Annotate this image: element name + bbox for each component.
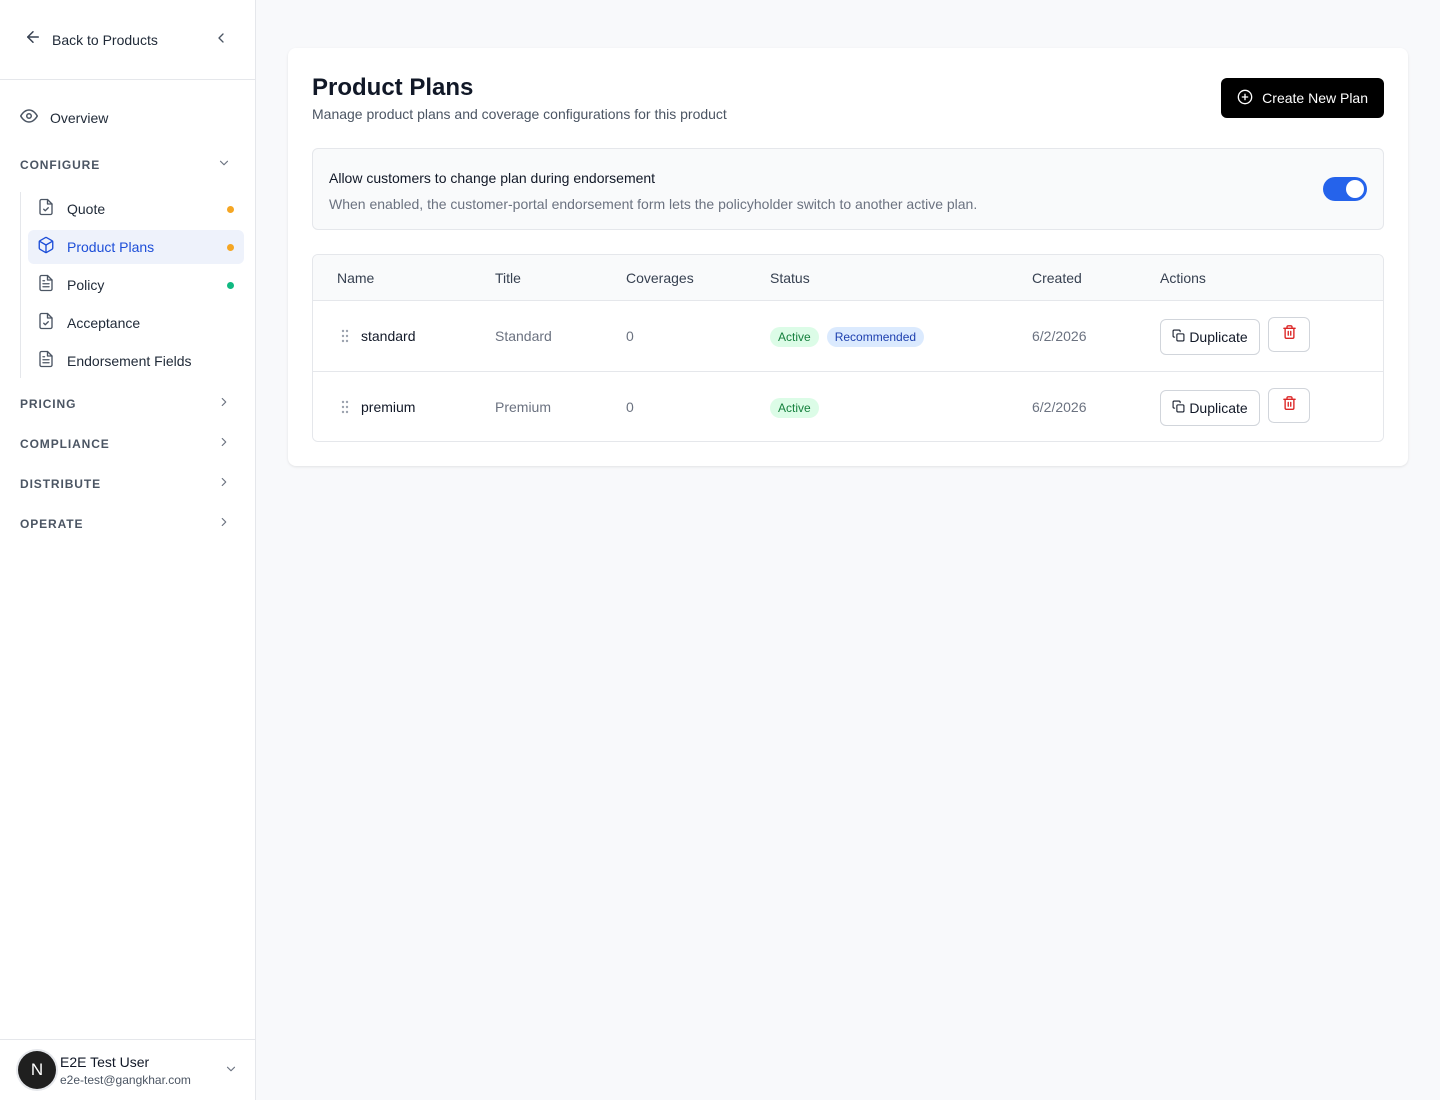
sidebar-item-label: Product Plans xyxy=(67,239,155,255)
sidebar-item-acceptance[interactable]: Acceptance xyxy=(28,306,244,340)
chevron-left-icon xyxy=(213,30,229,51)
create-button-label: Create New Plan xyxy=(1262,90,1368,106)
sidebar-item-label: Endorsement Fields xyxy=(67,353,192,369)
plan-title: Premium xyxy=(495,399,552,415)
copy-icon xyxy=(1172,329,1185,345)
trash-icon xyxy=(1282,324,1297,345)
table-row: standard Standard 0 Active Recommended 6… xyxy=(313,301,1383,372)
column-header-title: Title xyxy=(495,270,521,286)
setting-description: When enabled, the customer-portal endors… xyxy=(329,196,978,212)
arrow-left-icon xyxy=(24,28,42,51)
copy-icon xyxy=(1172,400,1185,416)
sidebar-item-overview[interactable]: Overview xyxy=(0,108,255,128)
sidebar-item-endorsement-fields[interactable]: Endorsement Fields xyxy=(28,344,244,378)
sidebar-item-label: Policy xyxy=(67,277,105,293)
page-title: Product Plans xyxy=(312,74,474,101)
plan-created: 6/2/2026 xyxy=(1032,399,1087,415)
duplicate-label: Duplicate xyxy=(1189,329,1248,345)
plan-title: Standard xyxy=(495,328,552,344)
plan-coverages: 0 xyxy=(626,399,634,415)
column-header-status: Status xyxy=(770,270,810,286)
table-row: premium Premium 0 Active 6/2/2026 Duplic… xyxy=(313,372,1383,441)
status-badges: Active Recommended xyxy=(770,327,925,347)
sidebar-header: Back to Products xyxy=(0,0,255,80)
endorsement-setting: Allow customers to change plan during en… xyxy=(312,148,1384,230)
chevron-right-icon xyxy=(217,435,231,454)
toggle-knob xyxy=(1346,180,1364,198)
trash-icon xyxy=(1282,395,1297,416)
plus-circle-icon xyxy=(1237,89,1253,108)
setting-title: Allow customers to change plan during en… xyxy=(329,170,656,186)
file-text-icon xyxy=(37,273,55,298)
chevron-down-icon xyxy=(224,1062,238,1081)
user-name: E2E Test User xyxy=(60,1053,150,1070)
sidebar: Back to Products Overview CONFIGURE Quot… xyxy=(0,0,256,1100)
status-badges: Active xyxy=(770,398,819,418)
user-email: e2e-test@gangkhar.com xyxy=(60,1072,191,1087)
plan-created: 6/2/2026 xyxy=(1032,328,1087,344)
status-badge: Active xyxy=(770,398,819,418)
section-pricing[interactable]: PRICING xyxy=(0,394,255,414)
user-menu[interactable]: N E2E Test User e2e-test@gangkhar.com xyxy=(0,1039,256,1100)
chevron-right-icon xyxy=(217,395,231,414)
eye-icon xyxy=(20,107,38,130)
section-configure[interactable]: CONFIGURE xyxy=(0,155,255,175)
status-dot xyxy=(227,244,234,251)
section-label: COMPLIANCE xyxy=(20,437,110,451)
drag-handle-icon[interactable] xyxy=(341,400,349,419)
column-header-coverages: Coverages xyxy=(626,270,694,286)
user-info: E2E Test User e2e-test@gangkhar.com xyxy=(60,1054,191,1087)
sidebar-item-policy[interactable]: Policy xyxy=(28,268,244,302)
section-label: OPERATE xyxy=(20,517,84,531)
duplicate-label: Duplicate xyxy=(1189,400,1248,416)
plan-name: standard xyxy=(361,328,416,344)
sidebar-nav: Overview CONFIGURE Quote Product Plans P… xyxy=(0,80,255,534)
status-badge: Active xyxy=(770,327,819,347)
product-plans-card: Product Plans Manage product plans and c… xyxy=(288,48,1408,466)
plan-name: premium xyxy=(361,399,416,415)
duplicate-button[interactable]: Duplicate xyxy=(1160,390,1260,426)
chevron-right-icon xyxy=(217,475,231,494)
section-distribute[interactable]: DISTRIBUTE xyxy=(0,474,255,494)
section-label: CONFIGURE xyxy=(20,158,101,172)
status-dot xyxy=(227,282,234,289)
back-to-products-link[interactable]: Back to Products xyxy=(24,28,158,51)
section-label: PRICING xyxy=(20,397,77,411)
avatar: N xyxy=(18,1051,56,1089)
file-check-icon xyxy=(37,197,55,222)
section-compliance[interactable]: COMPLIANCE xyxy=(0,434,255,454)
column-header-name: Name xyxy=(337,270,375,286)
sidebar-item-label: Quote xyxy=(67,201,106,217)
section-operate[interactable]: OPERATE xyxy=(0,514,255,534)
configure-items: Quote Product Plans Policy Acceptance En… xyxy=(20,192,244,378)
delete-button[interactable] xyxy=(1268,317,1310,352)
status-dot xyxy=(227,206,234,213)
page-subtitle: Manage product plans and coverage config… xyxy=(312,106,727,122)
plan-coverages: 0 xyxy=(626,328,634,344)
cube-icon xyxy=(37,235,55,260)
delete-button[interactable] xyxy=(1268,388,1310,423)
sidebar-item-label: Overview xyxy=(50,110,109,126)
section-label: DISTRIBUTE xyxy=(20,477,101,491)
sidebar-item-label: Acceptance xyxy=(67,315,141,331)
sidebar-item-quote[interactable]: Quote xyxy=(28,192,244,226)
collapse-sidebar-button[interactable] xyxy=(211,30,231,50)
recommended-badge: Recommended xyxy=(826,327,925,347)
change-plan-toggle[interactable] xyxy=(1323,177,1367,201)
table-header: Name Title Coverages Status Created Acti… xyxy=(313,255,1383,301)
file-check-icon xyxy=(37,311,55,336)
file-text-icon xyxy=(37,349,55,374)
chevron-right-icon xyxy=(217,515,231,534)
column-header-created: Created xyxy=(1032,270,1082,286)
sidebar-item-product-plans[interactable]: Product Plans xyxy=(28,230,244,264)
back-link-label: Back to Products xyxy=(52,31,158,48)
chevron-down-icon xyxy=(217,156,231,175)
create-new-plan-button[interactable]: Create New Plan xyxy=(1221,78,1384,118)
column-header-actions: Actions xyxy=(1160,270,1206,286)
duplicate-button[interactable]: Duplicate xyxy=(1160,319,1260,355)
drag-handle-icon[interactable] xyxy=(341,329,349,348)
plans-table: Name Title Coverages Status Created Acti… xyxy=(312,254,1384,442)
